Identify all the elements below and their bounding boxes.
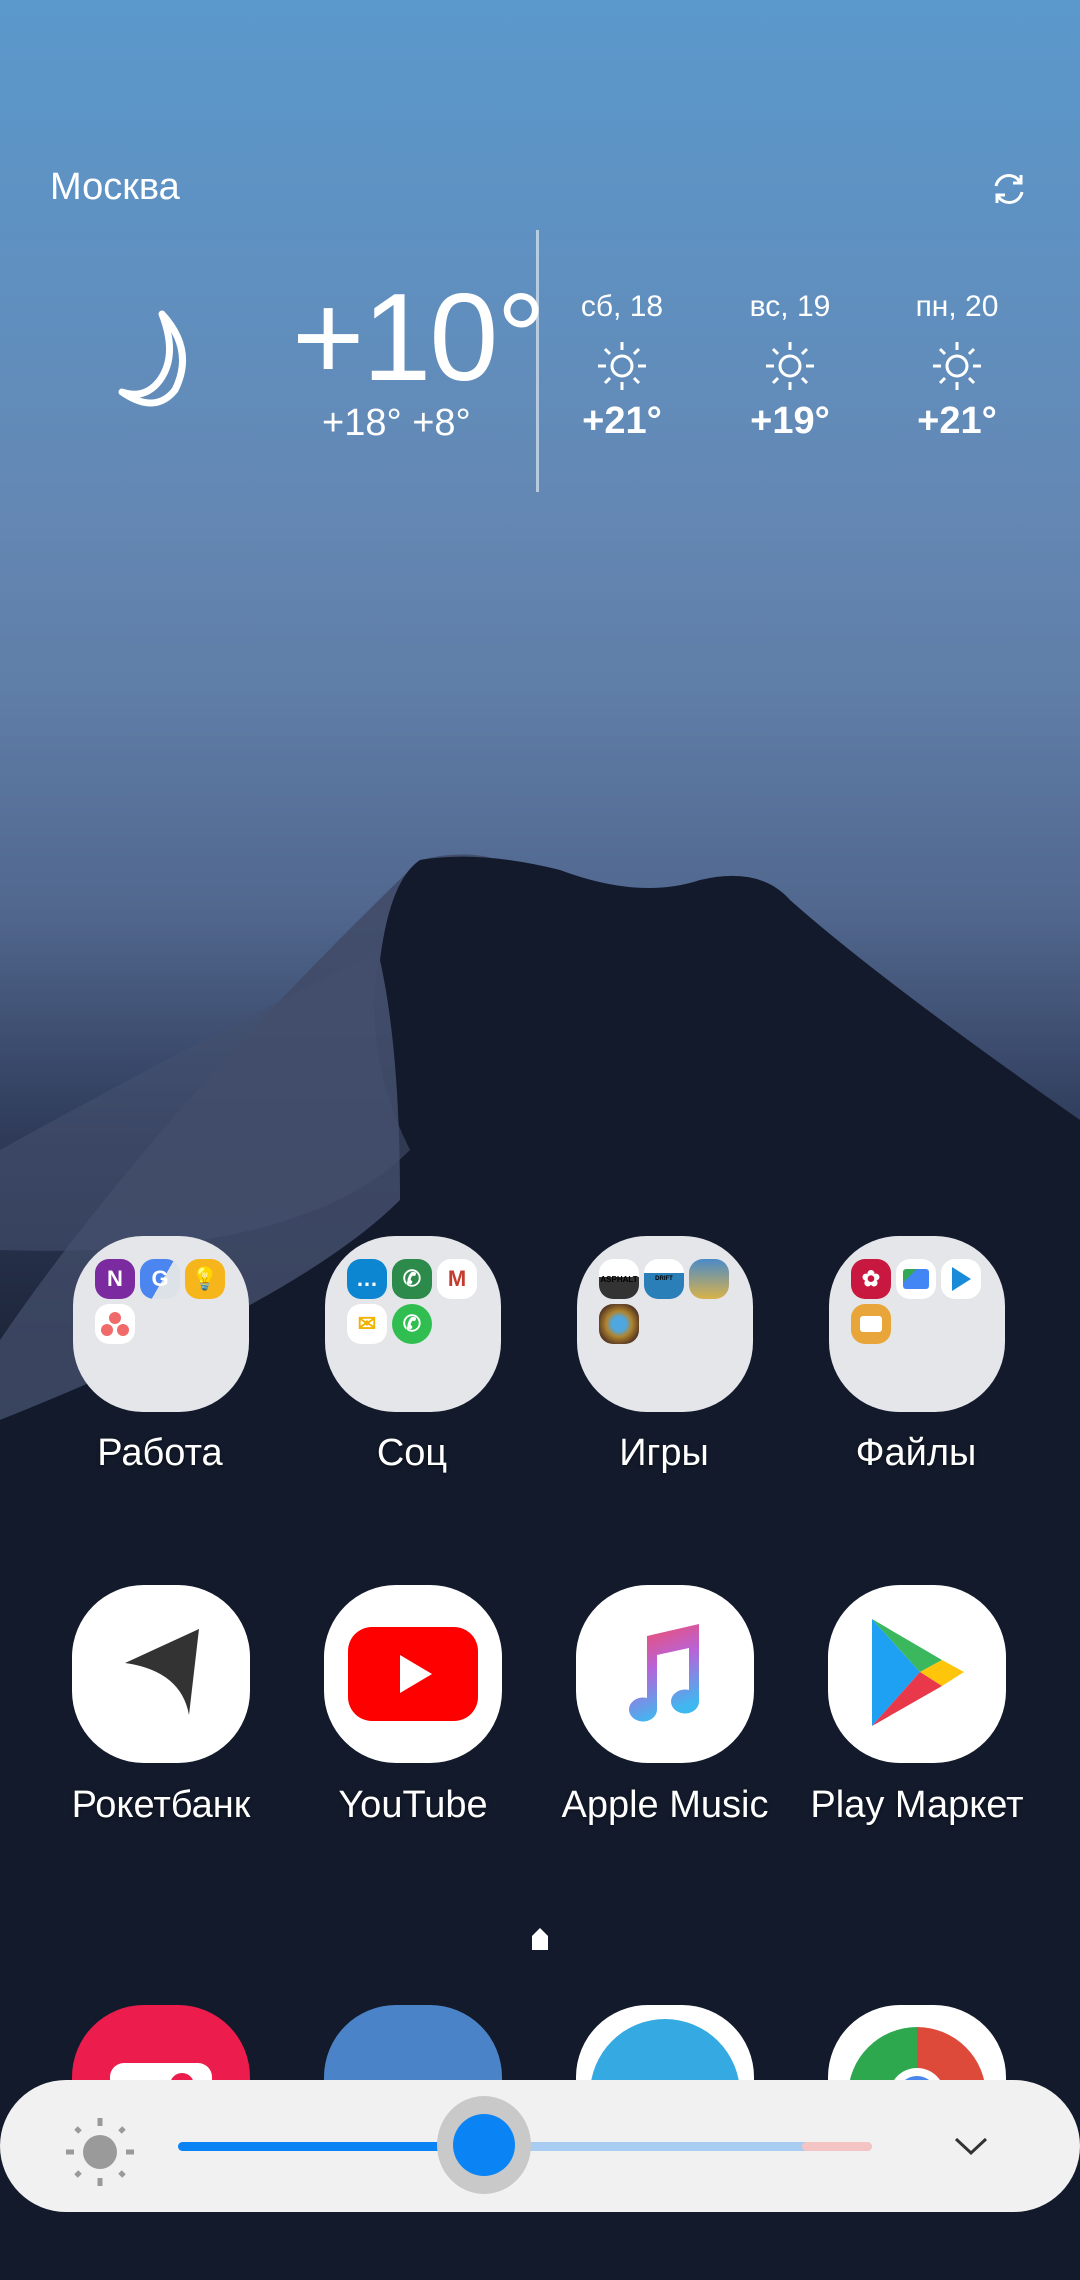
app-label: Рокетбанк [71, 1784, 251, 1826]
phone-icon: ✆ [392, 1259, 432, 1299]
folder-label: Работа [97, 1432, 223, 1474]
drift-racing-icon: DRIFT [644, 1259, 684, 1299]
onenote-icon: N [95, 1259, 135, 1299]
hearthstone-icon [599, 1304, 639, 1344]
asana-icon [95, 1304, 135, 1344]
forecast-date: пн, 20 [915, 290, 999, 323]
app-label: Apple Music [561, 1784, 769, 1826]
app-rocketbank[interactable] [72, 1585, 250, 1763]
forecast-temp: +21° [582, 400, 662, 442]
home-icon[interactable] [530, 1928, 550, 1950]
forecast-temp: +21° [917, 400, 997, 442]
pubg-icon [689, 1259, 729, 1299]
folder-games[interactable]: ASPHALT DRIFT [577, 1236, 753, 1412]
sun-icon [766, 342, 814, 390]
weather-city[interactable]: Москва [50, 166, 180, 209]
forecast-day: пн, 20 +21° [887, 290, 1027, 443]
high-low-temperature: +18° +8° [322, 402, 471, 444]
play-movies-icon [941, 1259, 981, 1299]
gallery-icon: ✿ [851, 1259, 891, 1299]
play-store-icon [872, 1619, 964, 1726]
folder-label: Игры [619, 1432, 709, 1474]
youtube-icon [348, 1627, 478, 1721]
moon-icon [118, 310, 187, 407]
brightness-slider-thumb[interactable] [437, 2096, 531, 2194]
app-label: Play Маркет [810, 1784, 1024, 1826]
app-play-store[interactable] [828, 1585, 1006, 1763]
app-apple-music[interactable] [576, 1585, 754, 1763]
folder-label: Файлы [855, 1432, 977, 1474]
brightness-overbright-zone [802, 2142, 872, 2151]
app-youtube[interactable] [324, 1585, 502, 1763]
current-temperature: +10° [292, 269, 546, 407]
whatsapp-icon: ✆ [392, 1304, 432, 1344]
messages-icon: … [347, 1259, 387, 1299]
sun-icon [933, 342, 981, 390]
forecast-day: сб, 18 +21° [552, 290, 692, 443]
apple-music-icon [629, 1624, 699, 1722]
folder-social[interactable]: … ✆ M ✉ ✆ [325, 1236, 501, 1412]
my-files-icon [851, 1304, 891, 1344]
mail-icon: ✉ [347, 1304, 387, 1344]
chevron-down-icon[interactable] [950, 2125, 992, 2165]
folder-work[interactable]: N G 💡 [73, 1236, 249, 1412]
brightness-icon [66, 2118, 134, 2186]
forecast-temp: +19° [750, 400, 830, 442]
asphalt-icon: ASPHALT [599, 1259, 639, 1299]
forecast-day: вс, 19 +19° [720, 290, 860, 443]
sun-icon [598, 342, 646, 390]
app-label: YouTube [338, 1784, 488, 1826]
folder-label: Соц [376, 1432, 448, 1474]
keep-icon: 💡 [185, 1259, 225, 1299]
files-go-icon [896, 1259, 936, 1299]
google-translate-icon: G [140, 1259, 180, 1299]
weather-divider [536, 230, 539, 492]
brightness-panel [0, 2080, 1080, 2212]
forecast-date: сб, 18 [580, 290, 664, 323]
gmail-icon: M [437, 1259, 477, 1299]
rocketbank-icon [125, 1629, 199, 1715]
folder-files[interactable]: ✿ [829, 1236, 1005, 1412]
forecast-date: вс, 19 [749, 290, 831, 323]
refresh-icon[interactable] [988, 168, 1030, 210]
